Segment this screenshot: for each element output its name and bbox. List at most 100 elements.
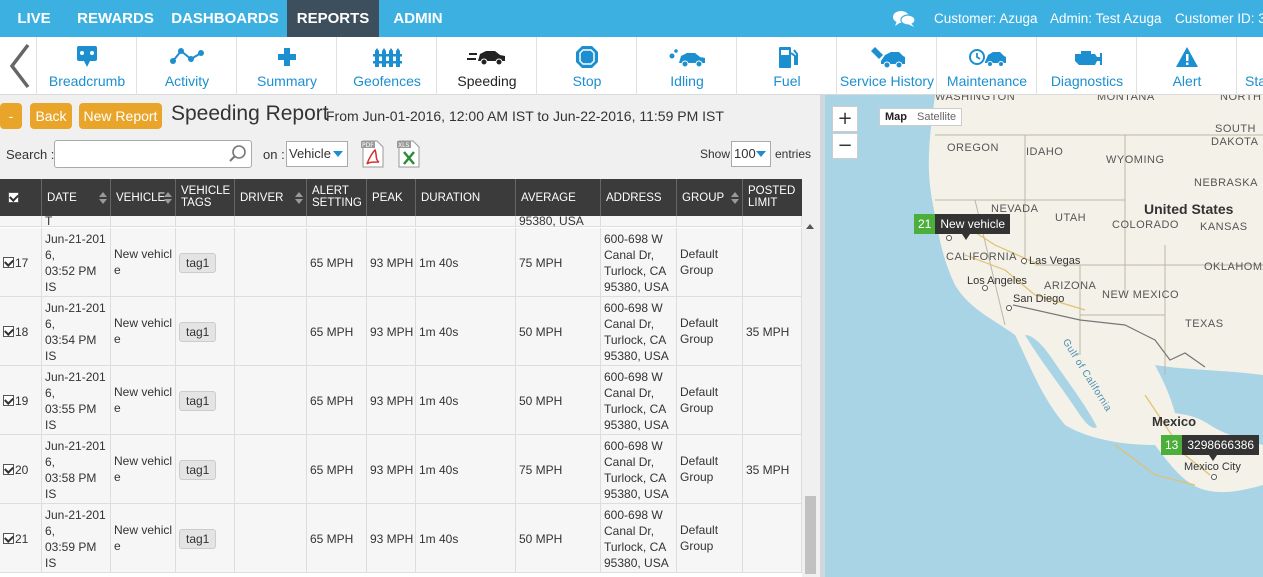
xls-export-icon[interactable]: XLS xyxy=(397,140,421,168)
column-header-driver[interactable]: DRIVER xyxy=(235,179,307,216)
table-row[interactable]: 19Jun-21-2016,03:55 PM ISTNew vehicletag… xyxy=(0,366,802,435)
table-row[interactable]: 17Jun-21-2016,03:52 PM ISTNew vehicletag… xyxy=(0,228,802,297)
select-all-checkbox[interactable] xyxy=(8,192,19,203)
toolbar-fuel[interactable]: Fuel xyxy=(736,37,836,95)
row-checkbox[interactable] xyxy=(3,395,14,406)
toolbar-activity[interactable]: Activity xyxy=(136,37,236,95)
table-cell: 50 MPH xyxy=(516,504,601,573)
page-title: Speeding Report xyxy=(171,102,329,125)
column-header-average[interactable]: AVERAGE xyxy=(516,179,601,216)
nav-tab-rewards[interactable]: REWARDS xyxy=(68,0,163,37)
row-date: Jun-21-2016,03:55 PM IST xyxy=(45,369,110,435)
column-header-address[interactable]: ADDRESS xyxy=(601,179,677,216)
toolbar-stop[interactable]: Stop xyxy=(536,37,636,95)
nav-tab-dashboards[interactable]: DASHBOARDS xyxy=(163,0,287,37)
toolbar-service-history[interactable]: Service History xyxy=(836,37,936,95)
row-average: 50 MPH xyxy=(519,393,563,408)
column-header-peak[interactable]: PEAK xyxy=(367,179,416,216)
search-icon[interactable] xyxy=(228,144,248,164)
vehicle-tag-badge[interactable]: tag1 xyxy=(179,528,217,549)
row-alert-setting: 65 MPH xyxy=(310,324,354,339)
nav-tab-live[interactable]: LIVE xyxy=(0,0,68,37)
table-cell: tag1 xyxy=(176,297,235,366)
row-checkbox[interactable] xyxy=(3,464,14,475)
nav-tab-admin[interactable]: ADMIN xyxy=(379,0,457,37)
row-checkbox[interactable] xyxy=(3,257,14,268)
table-row[interactable]: 18Jun-21-2016,03:54 PM ISTNew vehicletag… xyxy=(0,297,802,366)
select-all-header[interactable] xyxy=(0,179,42,216)
column-header-posted-limit[interactable]: POSTED LIMIT xyxy=(743,179,802,216)
back-button[interactable]: Back xyxy=(30,103,72,129)
row-select[interactable]: 18 xyxy=(3,297,28,366)
row-select[interactable]: 19 xyxy=(3,366,28,435)
vehicle-marker[interactable]: 21 New vehicle xyxy=(914,214,1011,234)
column-header-group[interactable]: GROUP xyxy=(677,179,743,216)
row-vehicle: New vehicl e xyxy=(114,315,172,347)
row-date-line: T xyxy=(45,571,110,573)
toolbar-speeding[interactable]: Speeding xyxy=(436,37,536,95)
chat-icon[interactable] xyxy=(891,10,917,28)
row-checkbox[interactable] xyxy=(3,533,14,544)
table-cell xyxy=(235,216,307,227)
row-vehicle-line: New vehicl xyxy=(114,316,173,330)
entries-select[interactable]: 100 xyxy=(731,141,771,167)
map-type-satellite[interactable]: Satellite xyxy=(912,109,961,125)
table-cell xyxy=(416,216,516,227)
sort-icon[interactable] xyxy=(731,191,739,205)
toolbar-label: Alert xyxy=(1172,73,1202,89)
table-cell: 75 MPH xyxy=(516,435,601,504)
column-header-vehicle[interactable]: VEHICLE xyxy=(111,179,176,216)
toolbar-summary[interactable]: Summary xyxy=(236,37,336,95)
column-title: ADDRESS xyxy=(606,192,662,204)
row-checkbox[interactable] xyxy=(3,326,14,337)
search-field-select[interactable]: Vehicle xyxy=(286,141,348,167)
vehicle-marker[interactable]: 13 3298666386 xyxy=(1161,435,1260,455)
row-number: 21 xyxy=(15,531,29,546)
sort-icon[interactable] xyxy=(99,191,107,205)
sort-icon[interactable] xyxy=(295,191,303,205)
table-cell: tag1 xyxy=(176,435,235,504)
table-cell xyxy=(601,216,677,227)
toolbar-maintenance[interactable]: Maintenance xyxy=(936,37,1036,95)
column-header-date[interactable]: DATE xyxy=(42,179,111,216)
toolbar-alert[interactable]: Alert xyxy=(1136,37,1236,95)
vehicle-tag-badge[interactable]: tag1 xyxy=(179,321,217,342)
sort-icon[interactable] xyxy=(164,191,172,205)
chevron-left-icon[interactable] xyxy=(0,37,36,95)
map-panel[interactable]: + − Map Satellite WASHINGTON MONTANA NORT… xyxy=(825,95,1263,577)
pdf-export-icon[interactable]: PDF xyxy=(361,140,385,168)
column-header-alert-setting[interactable]: ALERT SETTING xyxy=(307,179,367,216)
table-scrollbar[interactable] xyxy=(802,216,818,577)
collapse-button[interactable]: - xyxy=(0,103,22,129)
table-row[interactable]: 20Jun-21-2016,03:58 PM ISTNew vehicletag… xyxy=(0,435,802,504)
table-row[interactable]: 21 Jun-21-201 6, 03:59 PM IST New vehicl e tag… xyxy=(0,504,802,573)
vehicle-tag-badge[interactable]: tag1 xyxy=(179,252,217,273)
new-report-button[interactable]: New Report xyxy=(79,103,162,129)
toolbar-geofences[interactable]: Geofences xyxy=(336,37,436,95)
table-cell: 600-698 W Canal Dr, Turlock, CA 95380, USA xyxy=(601,435,677,504)
column-title: PEAK xyxy=(372,192,403,204)
column-header-duration[interactable]: DURATION xyxy=(416,179,516,216)
scrollbar-thumb[interactable] xyxy=(805,496,816,574)
row-select[interactable]: 17 xyxy=(3,228,28,297)
zoom-in-button[interactable]: + xyxy=(832,106,858,132)
toolbar-sta[interactable]: Sta xyxy=(1236,37,1263,95)
vehicle-tag-badge[interactable]: tag1 xyxy=(179,459,217,480)
map-label: UTAH xyxy=(1055,212,1087,224)
map-type-toggle: Map Satellite xyxy=(879,108,963,126)
toolbar-idling[interactable]: Idling xyxy=(636,37,736,95)
row-address-line: 600-698 W xyxy=(604,370,663,384)
zoom-out-button[interactable]: − xyxy=(832,133,858,159)
toolbar-diagnostics[interactable]: Diagnostics xyxy=(1036,37,1136,95)
map-type-map[interactable]: Map xyxy=(880,109,912,125)
row-select[interactable]: 20 xyxy=(3,435,28,504)
column-header-vehicle-tags[interactable]: VEHICLE TAGS xyxy=(176,179,235,216)
vehicle-tag-badge[interactable]: tag1 xyxy=(179,390,217,411)
search-input[interactable] xyxy=(54,140,252,168)
row-date-line: 03:54 PM IS xyxy=(45,333,97,363)
nav-tab-reports[interactable]: REPORTS xyxy=(287,0,379,37)
scroll-up-icon[interactable] xyxy=(806,224,814,229)
row-select[interactable]: 21 xyxy=(3,504,28,573)
toolbar-breadcrumb[interactable]: Breadcrumb xyxy=(36,37,136,95)
row-average: 75 MPH xyxy=(519,255,563,270)
